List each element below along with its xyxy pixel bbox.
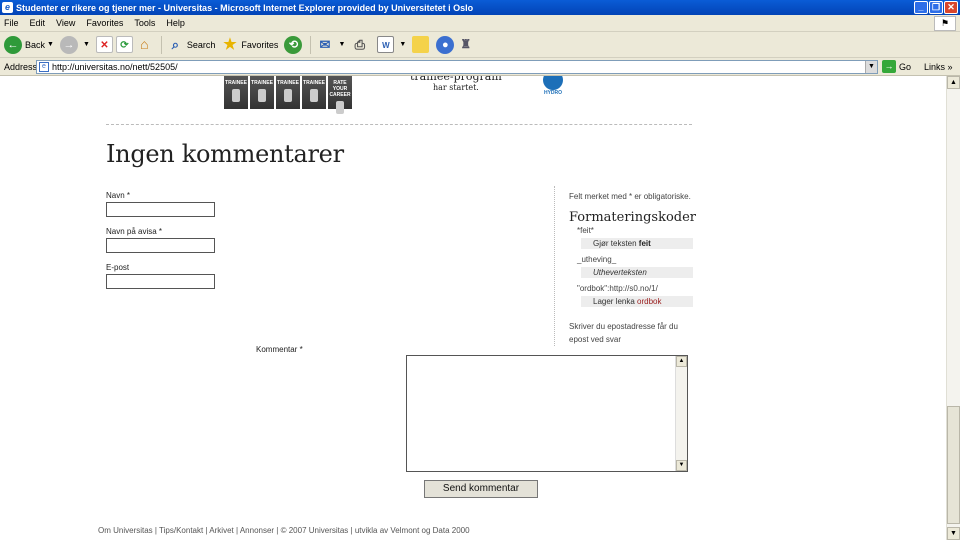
required-note: Felt merket med * er obligatoriske. (569, 192, 691, 201)
window-title-bar: e Studenter er rikere og tjener mer - Un… (0, 0, 960, 15)
stop-icon[interactable]: ✕ (95, 36, 113, 53)
banner-text: trainee-program har startet. (410, 76, 502, 92)
bold-code: *feit* (577, 226, 594, 235)
trainee-ad-banner[interactable]: TRAINEE TRAINEE TRAINEE TRAINEE RATE YOU… (224, 76, 352, 114)
maximize-button[interactable]: ❐ (929, 1, 943, 14)
favorites-label: Favorites (241, 39, 279, 50)
notes-icon[interactable] (412, 36, 430, 53)
page-viewport: TRAINEE TRAINEE TRAINEE TRAINEE RATE YOU… (0, 76, 946, 540)
formatting-help: Felt merket med * er obligatoriske. Form… (554, 186, 697, 346)
research-icon[interactable]: ♜ (457, 36, 474, 53)
refresh-icon[interactable]: ⟳ (115, 36, 133, 53)
go-arrow-icon: → (882, 60, 896, 73)
banner-line-program: trainee-program (410, 76, 502, 83)
page-footer: Om Universitas | Tips/Kontakt | Arkivet … (98, 526, 470, 535)
minimize-button[interactable]: _ (914, 1, 928, 14)
hydro-logo: HYDRO (543, 76, 563, 96)
banner-line-started: har startet. (432, 83, 479, 92)
windows-flag-icon: ⚑ (934, 16, 956, 31)
scroll-up-icon[interactable]: ▲ (676, 356, 687, 367)
address-dropdown-icon[interactable]: ▼ (865, 61, 877, 73)
favorites-star-icon: ★ (223, 36, 237, 53)
formatting-title: Formateringskoder (569, 210, 697, 225)
newspaper-name-input[interactable] (106, 238, 215, 253)
link-code: "ordbok":http://s0.no/1/ (577, 284, 658, 293)
address-url: http://universitas.no/nett/52505/ (52, 62, 178, 72)
email-label: E-post (106, 263, 130, 272)
trainee-figures: TRAINEE TRAINEE TRAINEE TRAINEE RATE YOU… (224, 76, 352, 114)
address-label: Address (4, 61, 38, 72)
email-input[interactable] (106, 274, 215, 289)
scroll-up-icon[interactable]: ▲ (947, 76, 960, 89)
forward-button[interactable]: → ▼ (59, 35, 90, 54)
textarea-scrollbar[interactable]: ▲ ▼ (675, 356, 687, 471)
search-label: Search (186, 39, 216, 50)
forward-arrow-icon: → (59, 35, 78, 54)
menu-help[interactable]: Help (166, 18, 185, 28)
trainee-figure: TRAINEE (250, 76, 274, 109)
trainee-figure: TRAINEE (224, 76, 248, 109)
page-title: Ingen kommentarer (106, 140, 344, 168)
menu-view[interactable]: View (56, 18, 75, 28)
links-button[interactable]: Links » (924, 62, 953, 72)
scroll-down-icon[interactable]: ▼ (676, 460, 687, 471)
menu-tools[interactable]: Tools (134, 18, 155, 28)
trainee-figure: RATE YOUR CAREER (328, 76, 352, 114)
edit-dropdown-icon[interactable]: ▼ (399, 41, 406, 48)
forward-dropdown-icon[interactable]: ▼ (83, 41, 90, 48)
trainee-figure: TRAINEE (302, 76, 326, 109)
ie-logo-icon: e (2, 2, 13, 13)
window-controls: _ ❐ ✕ (914, 1, 958, 14)
scroll-down-icon[interactable]: ▼ (947, 527, 960, 540)
back-label: Back (25, 39, 46, 50)
newspaper-name-label: Navn på avisa * (106, 227, 163, 236)
italic-code: _utheving_ (577, 255, 617, 264)
toolbar-separator (160, 35, 162, 54)
close-button[interactable]: ✕ (944, 1, 958, 14)
mail-icon[interactable]: ✉ (316, 36, 333, 53)
go-label: Go (899, 61, 912, 72)
comment-textarea[interactable]: ▲ ▼ (406, 355, 688, 472)
home-icon[interactable]: ⌂ (136, 36, 153, 53)
link-example: Lager lenka ordbok (581, 296, 693, 307)
hydro-label: HYDRO (543, 90, 563, 96)
toolbar: ← Back ▼ → ▼ ✕ ⟳ ⌂ ⌕ Search ★ Favorites … (0, 32, 960, 58)
mail-dropdown-icon[interactable]: ▼ (338, 41, 345, 48)
messenger-icon[interactable]: ● (436, 35, 455, 54)
edit-word-icon[interactable]: W (377, 36, 395, 53)
bold-example: Gjør teksten feit (581, 238, 693, 249)
name-label: Navn * (106, 191, 131, 200)
address-input[interactable]: e http://universitas.no/nett/52505/ ▼ (36, 60, 878, 74)
history-icon[interactable]: ⟲ (284, 35, 303, 54)
comment-label: Kommentar * (256, 345, 303, 354)
menu-bar: File Edit View Favorites Tools Help ⚑ (0, 15, 960, 32)
hydro-logo-icon (543, 76, 563, 90)
send-comment-button[interactable]: Send kommentar (424, 480, 538, 498)
address-bar: Address e http://universitas.no/nett/525… (0, 58, 960, 76)
page-scrollbar[interactable]: ▲ ▼ (946, 76, 960, 540)
print-icon[interactable]: ⎙ (351, 36, 368, 53)
menu-edit[interactable]: Edit (30, 18, 46, 28)
menu-favorites[interactable]: Favorites (86, 18, 123, 28)
links-label: Links (924, 62, 946, 72)
italic-example: Utheverteksten (581, 267, 693, 278)
favorites-button[interactable]: ★ Favorites (221, 36, 278, 53)
go-button[interactable]: → Go (882, 60, 911, 73)
menu-file[interactable]: File (4, 18, 19, 28)
search-button[interactable]: ⌕ Search (167, 36, 216, 53)
toolbar-separator (310, 35, 312, 54)
back-button[interactable]: ← Back ▼ (4, 35, 54, 54)
back-arrow-icon: ← (4, 35, 22, 54)
divider (106, 124, 692, 125)
email-tip: Skriver du epostadresse får du epost ved… (569, 322, 678, 344)
page-icon: e (39, 62, 49, 72)
back-dropdown-icon[interactable]: ▼ (47, 41, 54, 48)
search-icon: ⌕ (171, 37, 180, 52)
name-input[interactable] (106, 202, 215, 217)
trainee-figure: TRAINEE (276, 76, 300, 109)
scroll-thumb[interactable] (947, 406, 960, 524)
window-title: Studenter er rikere og tjener mer - Univ… (16, 2, 474, 13)
